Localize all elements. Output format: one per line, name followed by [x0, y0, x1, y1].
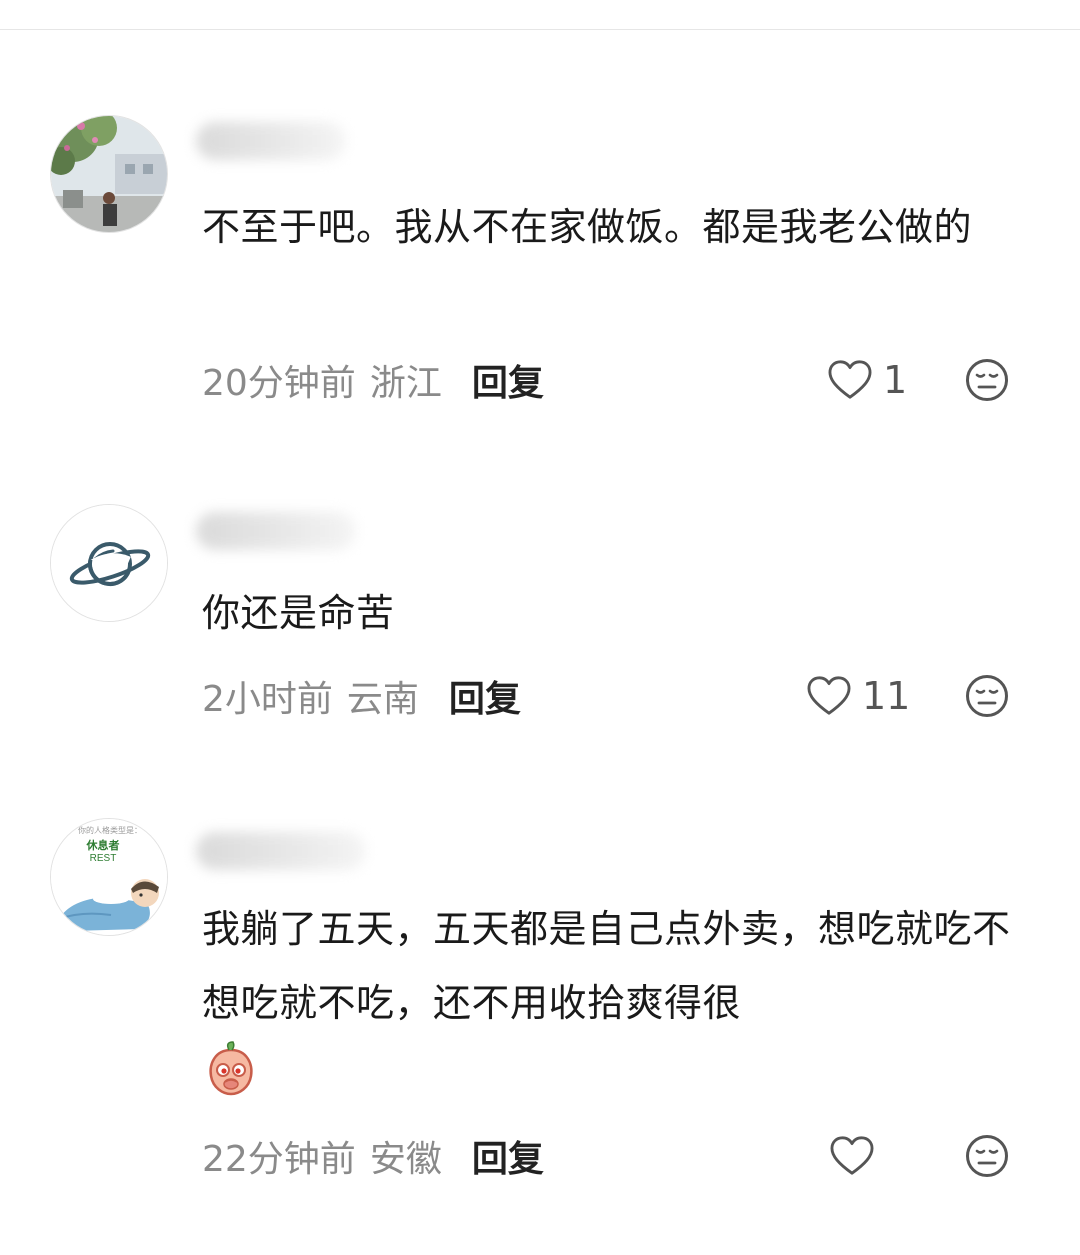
- neutral-face-icon: [966, 1135, 1008, 1177]
- reply-button[interactable]: 回复: [472, 354, 544, 406]
- like-count: 1: [883, 358, 908, 402]
- avatar-title: 休息者: [86, 838, 120, 852]
- comment-text: 你还是命苦: [202, 591, 395, 635]
- username-blurred[interactable]: [196, 122, 346, 160]
- comment-time: 20分钟前: [202, 363, 356, 404]
- comment-text: 我躺了五天，五天都是自己点外卖，想吃就吃不想吃就不吃，还不用收拾爽得很: [202, 907, 1011, 1025]
- comment-meta: 2小时前 云南 回复: [202, 671, 521, 721]
- like-button[interactable]: [829, 1131, 885, 1181]
- comment-meta: 22分钟前 安徽 回复: [202, 1131, 544, 1181]
- heart-outline-icon: [807, 676, 851, 715]
- username-blurred[interactable]: [196, 832, 366, 870]
- top-divider: [0, 29, 1080, 30]
- heart-outline-icon: [828, 360, 872, 399]
- reaction-button[interactable]: [965, 1134, 1009, 1178]
- peach-emoji-icon: [205, 1040, 257, 1096]
- comment-location: 云南: [346, 679, 419, 720]
- neutral-face-icon: [966, 675, 1008, 717]
- planet-icon: [51, 505, 167, 621]
- reaction-button[interactable]: [965, 674, 1009, 718]
- reply-button[interactable]: 回复: [472, 1130, 544, 1182]
- reply-button[interactable]: 回复: [449, 670, 521, 722]
- avatar[interactable]: [50, 115, 168, 233]
- username-blurred[interactable]: [196, 512, 356, 550]
- reaction-button[interactable]: [965, 358, 1009, 402]
- comment-time: 2小时前: [202, 679, 333, 720]
- comment-meta: 20分钟前 浙江 回复: [202, 355, 544, 405]
- comment-text: 不至于吧。我从不在家做饭。都是我老公做的: [202, 205, 973, 249]
- avatar[interactable]: 你的人格类型是： 休息者 REST: [50, 818, 168, 936]
- comment-time: 22分钟前: [202, 1139, 356, 1180]
- like-count: 11: [862, 674, 911, 718]
- like-button[interactable]: 11: [806, 671, 910, 721]
- avatar-subtitle: REST: [90, 853, 117, 864]
- comment-location: 安徽: [369, 1139, 442, 1180]
- avatar-caption: 你的人格类型是：: [78, 825, 142, 835]
- like-button[interactable]: 1: [827, 355, 907, 405]
- avatar[interactable]: [50, 504, 168, 622]
- heart-outline-icon: [830, 1136, 874, 1175]
- comment-location: 浙江: [369, 363, 442, 404]
- neutral-face-icon: [966, 359, 1008, 401]
